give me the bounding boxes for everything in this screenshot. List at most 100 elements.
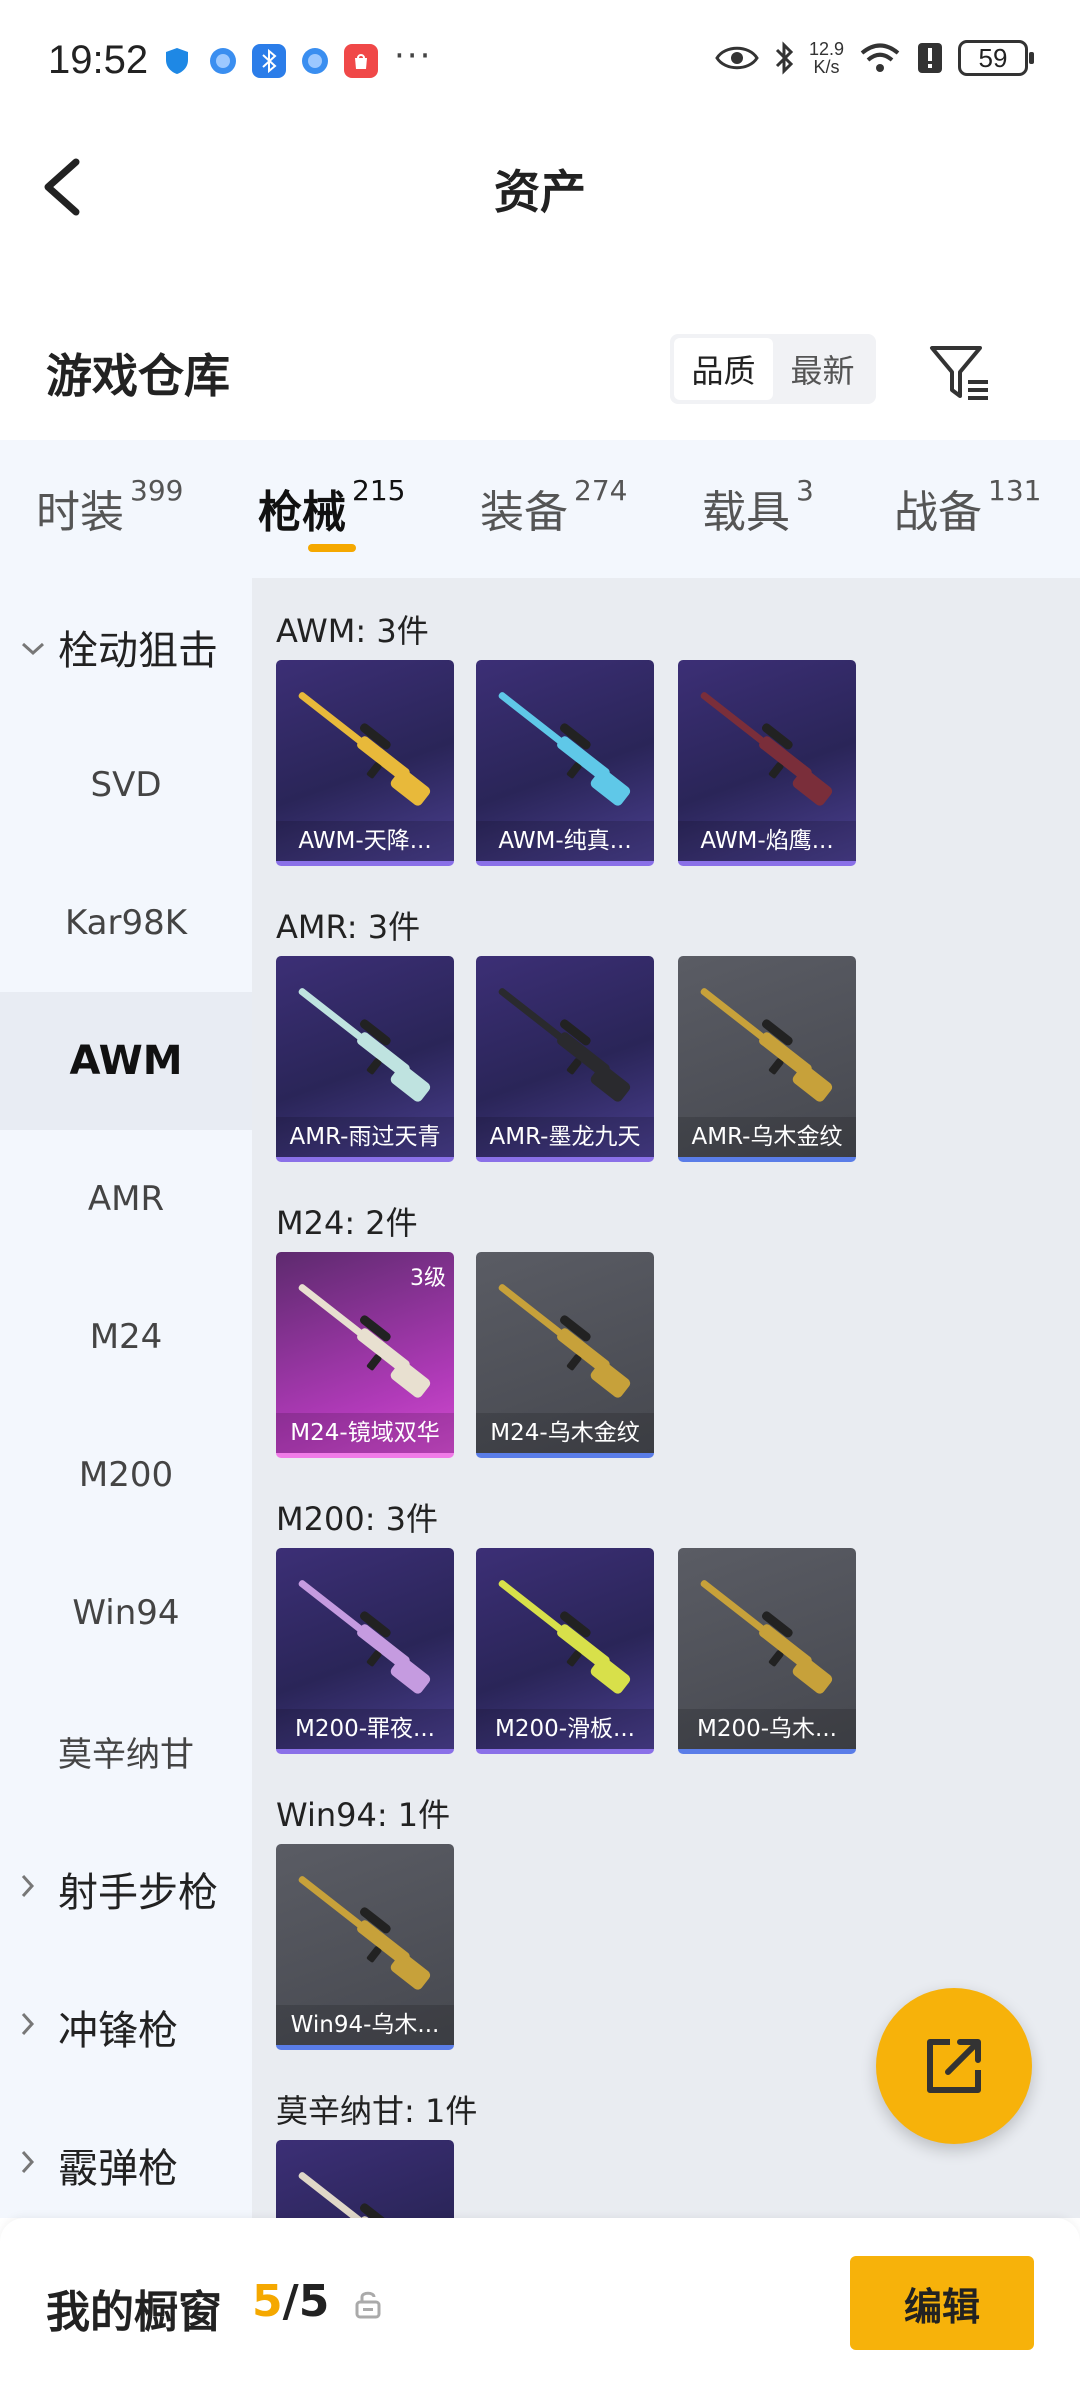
browser-icon-2 (298, 44, 332, 78)
weapon-card-name: AWM-焰鹰... (678, 821, 856, 861)
sidebar-item-m200[interactable]: M200 (0, 1406, 252, 1544)
showcase-bar: 我的橱窗 5/5 编辑 (0, 2218, 1080, 2382)
sidebar-group-label: 冲锋枪 (58, 2008, 178, 2054)
rifle-icon (498, 692, 631, 806)
weapon-card[interactable]: M200-罪夜... (276, 1548, 454, 1754)
wifi-icon (860, 43, 900, 72)
weapon-card[interactable]: Win94-乌木... (276, 1844, 454, 2050)
sort-toggle: 品质 最新 (670, 334, 876, 404)
bluetooth-icon (775, 41, 794, 75)
eye-icon (715, 46, 759, 70)
sidebar-item-awm[interactable]: AWM (0, 992, 252, 1130)
share-button[interactable] (876, 1988, 1032, 2144)
weapon-card[interactable]: AMR-墨龙九天 (476, 956, 654, 1162)
weapon-card-name: M24-镜域双华 (276, 1413, 454, 1453)
weapon-card-name: AMR-雨过天青 (276, 1117, 454, 1157)
sidebar-group-label: 栓动狙击 (58, 628, 218, 674)
sidebar-group-label: 射手步枪 (58, 1870, 218, 1916)
rifle-icon (298, 1580, 431, 1694)
sidebar-item-win94[interactable]: Win94 (0, 1544, 252, 1682)
shopping-bag-icon (344, 44, 378, 78)
sidebar-item-amr[interactable]: AMR (0, 1130, 252, 1268)
rifle-icon (298, 988, 431, 1102)
rifle-icon (298, 692, 431, 806)
weapon-card[interactable]: M200-滑板... (476, 1548, 654, 1754)
bluetooth-app-icon (252, 44, 286, 78)
rifle-icon (498, 1284, 631, 1398)
weapon-card[interactable]: M24-乌木金纹 (476, 1252, 654, 1458)
sort-newest-button[interactable]: 最新 (773, 338, 872, 400)
battery-icon: 59 (958, 40, 1034, 76)
status-bar: 19:52 ··· 12.9 K/s 59 (0, 0, 1080, 124)
group-label: M200: 3件 (276, 1500, 439, 1538)
weapon-card[interactable]: AWM-纯真... (476, 660, 654, 866)
rifle-icon (298, 2172, 410, 2218)
chevron-right-icon (20, 1873, 50, 1906)
weapon-card[interactable] (276, 2140, 454, 2218)
category-tabs: 时装 399 枪械 215 装备 274 载具 3 战备 131 (0, 440, 1080, 578)
weapon-grid: AWM: 3件 AWM-天降... AWM-纯真... AWM-焰鹰... AMR: 3… (252, 578, 1080, 2218)
chevron-right-icon (20, 2011, 50, 2044)
weapon-card-name: Win94-乌木... (276, 2005, 454, 2045)
weapon-card-name: AWM-纯真... (476, 821, 654, 861)
sidebar-item-mosin[interactable]: 莫辛纳甘 (0, 1682, 252, 1820)
weapon-card[interactable]: AMR-雨过天青 (276, 956, 454, 1162)
weapon-card[interactable]: AMR-乌木金纹 (678, 956, 856, 1162)
weapon-card-name: AMR-墨龙九天 (476, 1117, 654, 1157)
weapon-card[interactable]: AWM-焰鹰... (678, 660, 856, 866)
net-speed: 12.9 K/s (808, 39, 844, 77)
tab-firearms[interactable]: 枪械 215 (258, 474, 405, 540)
status-time: 19:52 (48, 38, 149, 82)
sidebar-group-bolt-action[interactable]: 栓动狙击 (0, 578, 252, 716)
weapon-sidebar: 栓动狙击 SVD Kar98K AWM AMR M24 M200 Win94 莫… (0, 578, 252, 2218)
sidebar-item-svd[interactable]: SVD (0, 716, 252, 854)
weapon-card-name: M200-罪夜... (276, 1709, 454, 1749)
showcase-label: 我的橱窗 (46, 2287, 222, 2338)
level-badge: 3级 (410, 1266, 446, 1291)
weapon-card[interactable]: AWM-天降... (276, 660, 454, 866)
group-label: AWM: 3件 (276, 612, 429, 650)
rifle-icon (700, 692, 833, 806)
sort-quality-button[interactable]: 品质 (674, 338, 773, 400)
group-label: Win94: 1件 (276, 1796, 451, 1834)
sidebar-item-kar98k[interactable]: Kar98K (0, 854, 252, 992)
weapon-card-name: M24-乌木金纹 (476, 1413, 654, 1453)
edit-button[interactable]: 编辑 (850, 2256, 1034, 2350)
more-notifications-icon: ··· (394, 36, 433, 76)
chevron-right-icon (20, 2149, 50, 2182)
chevron-down-icon (20, 631, 50, 664)
rifle-icon (700, 1580, 833, 1694)
sidebar-item-m24[interactable]: M24 (0, 1268, 252, 1406)
sidebar-group-dmr[interactable]: 射手步枪 (0, 1820, 252, 1958)
tab-supplies[interactable]: 战备 131 (894, 474, 1041, 540)
group-label: 莫辛纳甘: 1件 (276, 2092, 478, 2130)
app-header: 资产 (0, 124, 1080, 254)
rifle-icon (298, 1876, 431, 1990)
group-label: AMR: 3件 (276, 908, 421, 946)
warehouse-header: 游戏仓库 品质 最新 (0, 310, 1080, 430)
alert-icon (918, 43, 942, 73)
weapon-card[interactable]: M200-乌木... (678, 1548, 856, 1754)
active-tab-indicator (308, 544, 356, 552)
group-label: M24: 2件 (276, 1204, 418, 1242)
weapon-card-name: M200-乌木... (678, 1709, 856, 1749)
warehouse-title: 游戏仓库 (46, 349, 230, 403)
weapon-card-name: AMR-乌木金纹 (678, 1117, 856, 1157)
tab-fashion[interactable]: 时装 399 (36, 474, 183, 540)
sidebar-group-label: 霰弹枪 (58, 2146, 178, 2192)
sidebar-group-shotgun[interactable]: 霰弹枪 (0, 2096, 252, 2234)
filter-icon (930, 346, 988, 400)
weapon-card[interactable]: 3级 M24-镜域双华 (276, 1252, 454, 1458)
rifle-icon (498, 988, 631, 1102)
rifle-icon (700, 988, 833, 1102)
browser-icon (206, 44, 240, 78)
lock-icon[interactable] (354, 2288, 382, 2320)
showcase-count: 5/5 (252, 2276, 330, 2327)
filter-button[interactable] (928, 342, 992, 402)
page-title: 资产 (494, 165, 586, 219)
weapon-card-name: AWM-天降... (276, 821, 454, 861)
external-link-icon (927, 2039, 981, 2093)
tab-vehicles[interactable]: 载具 3 (702, 474, 814, 540)
sidebar-group-smg[interactable]: 冲锋枪 (0, 1958, 252, 2096)
tab-equipment[interactable]: 装备 274 (480, 474, 627, 540)
